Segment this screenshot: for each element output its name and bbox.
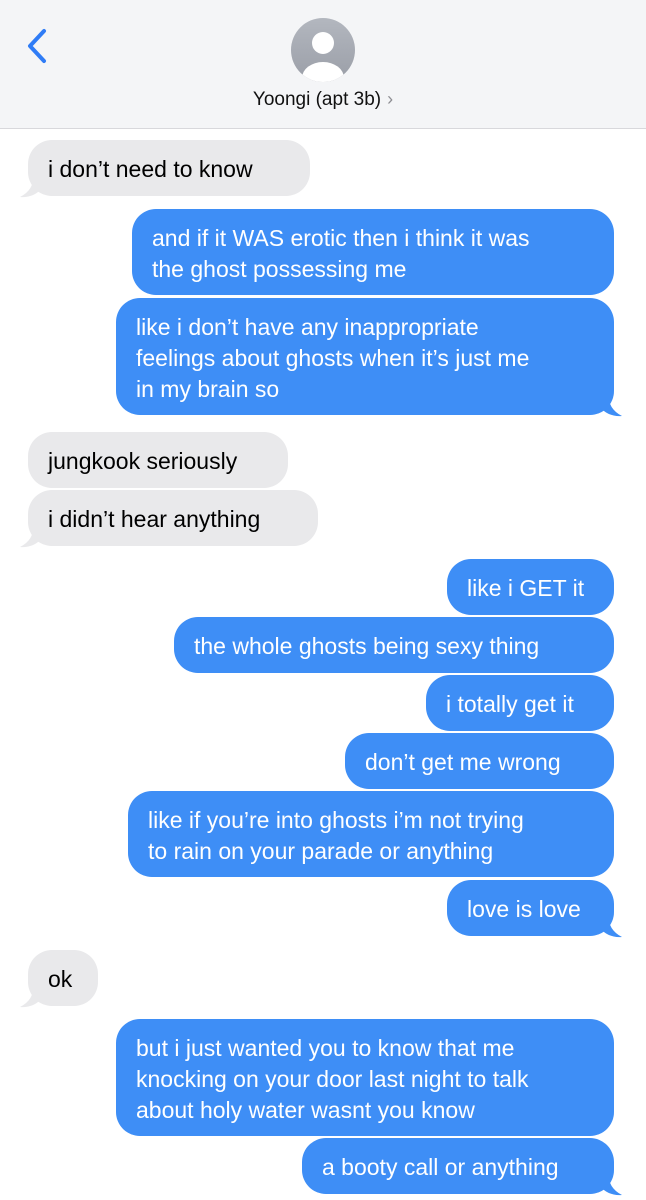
- bubble-tail-incoming: [20, 984, 42, 1008]
- message-text: to rain on your parade or anything: [148, 838, 494, 864]
- message-text: about holy water wasnt you know: [136, 1097, 475, 1123]
- message-bubble-outgoing[interactable]: the whole ghosts being sexy thing: [174, 617, 614, 673]
- contact-avatar[interactable]: [291, 18, 355, 82]
- message-text: like i GET it: [467, 575, 585, 601]
- message-text: a booty call or anything: [322, 1154, 559, 1180]
- message-text: knocking on your door last night to talk: [136, 1066, 529, 1092]
- message-text: don’t get me wrong: [365, 749, 561, 775]
- message-text: the whole ghosts being sexy thing: [194, 633, 540, 659]
- message-text: in my brain so: [136, 376, 280, 402]
- message-text: like if you’re into ghosts i’m not tryin…: [148, 807, 524, 833]
- back-chevron-icon[interactable]: [24, 28, 52, 64]
- message-text: ok: [48, 966, 73, 992]
- message-bubble-outgoing[interactable]: but i just wanted you to know that me kn…: [116, 1019, 614, 1136]
- contact-name-label: Yoongi (apt 3b): [252, 89, 382, 110]
- message-bubble-outgoing[interactable]: love is love: [447, 880, 614, 936]
- message-text: jungkook seriously: [48, 448, 238, 474]
- message-bubble-outgoing[interactable]: like i don’t have any inappropriate feel…: [116, 298, 614, 415]
- message-text: i totally get it: [446, 691, 574, 717]
- conversation-header: Yoongi (apt 3b) ›: [0, 0, 646, 129]
- bubble-tail-outgoing: [600, 1172, 622, 1196]
- contact-name[interactable]: Yoongi (apt 3b) ›: [0, 89, 646, 111]
- bubble-tail-outgoing: [600, 393, 622, 417]
- message-bubble-incoming[interactable]: i don’t need to know: [28, 140, 310, 196]
- message-bubble-outgoing[interactable]: like if you’re into ghosts i’m not tryin…: [128, 791, 614, 877]
- message-text: like i don’t have any inappropriate: [136, 314, 479, 340]
- bubble-tail-incoming: [20, 174, 42, 198]
- message-text: and if it WAS erotic then i think it was: [152, 225, 530, 251]
- message-bubble-outgoing[interactable]: and if it WAS erotic then i think it was…: [132, 209, 614, 295]
- message-text: but i just wanted you to know that me: [136, 1035, 515, 1061]
- message-bubble-incoming[interactable]: jungkook seriously: [28, 432, 288, 488]
- message-text: the ghost possessing me: [152, 256, 407, 282]
- message-text: feelings about ghosts when it’s just me: [136, 345, 530, 371]
- message-bubble-outgoing[interactable]: a booty call or anything: [302, 1138, 614, 1194]
- message-text: i don’t need to know: [48, 156, 253, 182]
- message-bubble-outgoing[interactable]: i totally get it: [426, 675, 614, 731]
- message-text: i didn’t hear anything: [48, 506, 261, 532]
- message-text: love is love: [467, 896, 581, 922]
- bubble-tail-outgoing: [600, 914, 622, 938]
- chevron-right-icon: ›: [387, 89, 394, 109]
- message-bubble-incoming[interactable]: i didn’t hear anything: [28, 490, 318, 546]
- message-bubble-outgoing[interactable]: like i GET it: [447, 559, 614, 615]
- bubble-tail-incoming: [20, 524, 42, 548]
- person-silhouette-icon: [302, 32, 344, 82]
- message-bubble-outgoing[interactable]: don’t get me wrong: [345, 733, 614, 789]
